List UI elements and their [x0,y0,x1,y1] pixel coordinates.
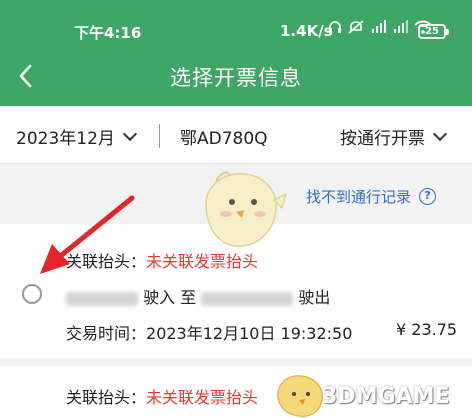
watermark-text: 3DMGAME [322,384,450,409]
chick-mascot-icon [205,171,287,247]
watermark-mascot-icon [277,375,323,417]
